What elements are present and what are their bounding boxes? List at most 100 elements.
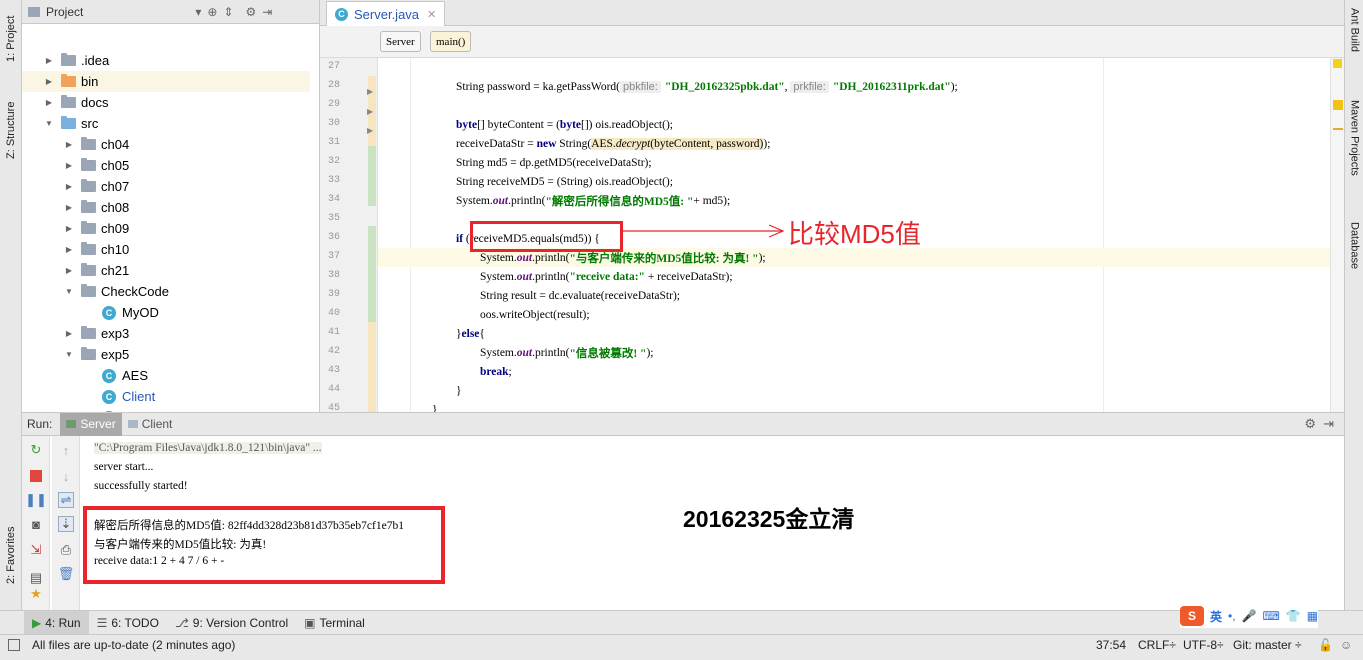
- project-tool-tab[interactable]: 1: Project: [2, 4, 20, 74]
- gear-icon[interactable]: ⚙: [246, 5, 257, 19]
- panel-toggle-icon[interactable]: [8, 639, 20, 651]
- expand-arrow-icon[interactable]: ▶: [44, 56, 54, 65]
- tool-window-bar: ▶ 4: Run ☰ 6: TODO ⎇ 9: Version Control ▣ Te…: [0, 610, 1363, 635]
- hide-panel-icon[interactable]: ⇥: [1323, 416, 1334, 432]
- run-tab-client[interactable]: Client: [122, 413, 179, 436]
- maven-projects-tab[interactable]: Maven Projects: [1347, 100, 1362, 200]
- folder-icon: [81, 158, 96, 171]
- code-line-42: System. out .println("信息被篡改! ");: [480, 346, 654, 360]
- down-arrow-icon[interactable]: ↓: [58, 468, 74, 484]
- maven-projects-label: Maven Projects: [1348, 100, 1361, 176]
- expand-arrow-icon[interactable]: ▶: [64, 182, 74, 191]
- tree-item[interactable]: C AES: [22, 365, 310, 386]
- tree-item[interactable]: ▶ ch10: [22, 239, 310, 260]
- hide-icon[interactable]: ⇥: [262, 5, 272, 19]
- skin-icon[interactable]: 👕: [1286, 609, 1301, 623]
- tree-item[interactable]: C Client: [22, 386, 310, 407]
- star-icon[interactable]: ★: [28, 586, 44, 602]
- git-branch[interactable]: Git: master ÷: [1233, 638, 1302, 652]
- caret-position[interactable]: 37:54: [1096, 638, 1126, 652]
- tab-server-java[interactable]: C Server.java ✕: [326, 1, 446, 26]
- up-arrow-icon[interactable]: ↑: [58, 442, 74, 458]
- run-tab-server[interactable]: Server: [60, 412, 122, 436]
- soft-wrap-icon[interactable]: ⇌: [58, 492, 74, 508]
- database-tab[interactable]: Database: [1347, 222, 1362, 292]
- scroll-end-icon[interactable]: ⇣: [58, 516, 74, 532]
- expand-arrow-icon[interactable]: ▶: [64, 224, 74, 233]
- sogou-icon[interactable]: S: [1180, 606, 1204, 626]
- tab-version-control[interactable]: ⎇ 9: Version Control: [167, 611, 296, 635]
- exit-icon[interactable]: ⇲: [28, 542, 44, 558]
- close-icon[interactable]: ✕: [427, 8, 436, 21]
- tree-item[interactable]: ▶ .idea: [22, 50, 310, 71]
- folder-icon: [81, 347, 96, 360]
- editor-scroll-marks[interactable]: [1330, 58, 1344, 412]
- tree-item[interactable]: ▶ ch05: [22, 155, 310, 176]
- inspector-icon[interactable]: ☺: [1340, 638, 1352, 652]
- rerun-icon[interactable]: ↻: [28, 442, 44, 458]
- keyboard-icon[interactable]: ⌨: [1263, 609, 1280, 623]
- gear-icon[interactable]: ⚙: [1304, 416, 1316, 432]
- file-encoding[interactable]: UTF-8÷: [1183, 638, 1224, 652]
- expand-arrow-icon[interactable]: ▶: [44, 77, 54, 86]
- tree-item[interactable]: ▼ exp5: [22, 344, 310, 365]
- ime-mode[interactable]: 英: [1210, 608, 1222, 625]
- pause-icon[interactable]: ❚❚: [25, 492, 47, 508]
- warning-marker[interactable]: [1333, 100, 1343, 110]
- expand-arrow-icon[interactable]: ▶: [44, 98, 54, 107]
- line-number: 37: [327, 251, 340, 262]
- line-number: 41: [327, 327, 340, 338]
- tree-item[interactable]: ▶ ch21: [22, 260, 310, 281]
- tab-todo[interactable]: ☰ 6: TODO: [89, 611, 167, 635]
- expand-arrow-icon[interactable]: ▼: [64, 287, 74, 296]
- crumb-method[interactable]: main(): [430, 31, 472, 52]
- tab-run[interactable]: ▶ 4: Run: [24, 610, 89, 635]
- expand-arrow-icon[interactable]: ▶: [64, 203, 74, 212]
- tree-item[interactable]: ▶ docs: [22, 92, 310, 113]
- tree-item[interactable]: ▼ src: [22, 113, 310, 134]
- dropdown-icon[interactable]: ▾: [195, 5, 201, 19]
- layout-icon[interactable]: ▤: [28, 570, 44, 586]
- expand-arrow-icon[interactable]: ▶: [64, 245, 74, 254]
- tree-item[interactable]: C MyOD: [22, 302, 310, 323]
- structure-tool-tab[interactable]: Z: Structure: [2, 90, 20, 170]
- expand-arrow-icon[interactable]: ▼: [64, 350, 74, 359]
- code-line-32: String md5 = dp.getMD5(receiveDataStr);: [456, 156, 652, 169]
- expand-arrow-icon[interactable]: ▶: [64, 161, 74, 170]
- collapse-icon[interactable]: ⇕: [223, 5, 233, 19]
- favorites-tool-tab[interactable]: 2: Favorites: [2, 515, 20, 595]
- mic-icon[interactable]: 🎤: [1242, 609, 1257, 623]
- toolbox-icon[interactable]: ▦: [1307, 609, 1318, 623]
- clear-icon[interactable]: 🗑: [58, 566, 75, 582]
- fold-icon[interactable]: ▶: [367, 107, 373, 116]
- punctuation-icon[interactable]: •,: [1228, 609, 1236, 623]
- crumb-class[interactable]: Server: [380, 31, 421, 52]
- lock-icon[interactable]: 🔓: [1318, 638, 1333, 652]
- print-icon[interactable]: ⎙: [58, 542, 74, 558]
- tree-item[interactable]: ▶ ch09: [22, 218, 310, 239]
- tree-item[interactable]: ▶ exp3: [22, 323, 310, 344]
- tree-item[interactable]: ▶ bin: [22, 71, 310, 92]
- fold-icon[interactable]: ▶: [367, 87, 373, 96]
- tab-terminal[interactable]: ▣ Terminal: [296, 611, 373, 635]
- java-class-icon: C: [335, 7, 348, 21]
- camera-icon[interactable]: ◙: [28, 516, 44, 532]
- breadcrumb: Server main(): [320, 26, 1344, 58]
- line-separator[interactable]: CRLF÷: [1138, 638, 1176, 652]
- project-panel-title[interactable]: Project: [46, 5, 83, 19]
- fold-icon[interactable]: ▶: [367, 126, 373, 135]
- tree-item[interactable]: ▶ ch07: [22, 176, 310, 197]
- expand-arrow-icon[interactable]: ▶: [64, 329, 74, 338]
- warning-marker[interactable]: [1333, 128, 1343, 130]
- stop-icon[interactable]: [28, 468, 44, 484]
- tree-item[interactable]: ▼ CheckCode: [22, 281, 310, 302]
- target-icon[interactable]: ⊕: [207, 5, 217, 19]
- expand-arrow-icon[interactable]: ▶: [64, 140, 74, 149]
- expand-arrow-icon[interactable]: ▶: [64, 266, 74, 275]
- tree-item-label: src: [81, 116, 99, 131]
- tree-item[interactable]: ▶ ch08: [22, 197, 310, 218]
- ant-build-tab[interactable]: Ant Build: [1347, 8, 1362, 78]
- tree-item[interactable]: ▶ ch04: [22, 134, 310, 155]
- warning-marker[interactable]: [1333, 59, 1342, 68]
- expand-arrow-icon[interactable]: ▼: [44, 119, 54, 128]
